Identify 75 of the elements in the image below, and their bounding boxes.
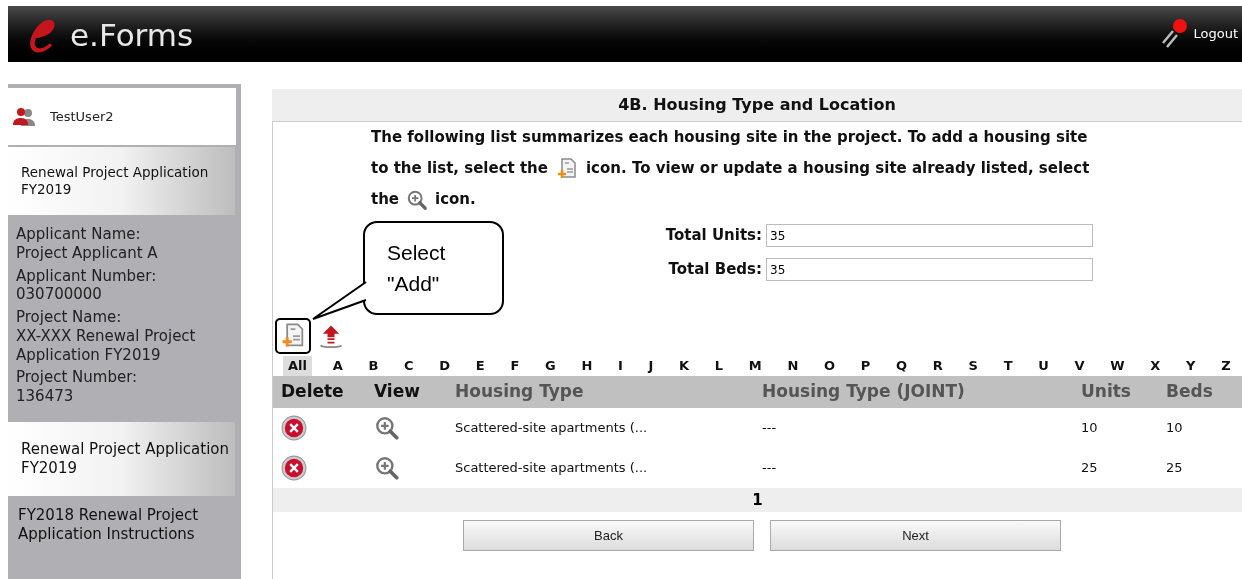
nav-button[interactable]: Back [463,520,754,551]
intro-text: icon. To view or update a housing site already listed, select [585,158,1090,180]
sidebar-link[interactable]: Renewal Project Application FY2019 [8,147,235,215]
sidebar-link[interactable]: Renewal Project Application FY2019 [8,421,235,496]
table-cell: 10 [1081,420,1098,436]
field-label: Total Beds: [668,259,762,281]
info-value: 136473 [16,387,75,406]
page-number[interactable]: 1 [752,488,763,512]
table-cell: --- [762,420,777,436]
letter-filter[interactable]: F [505,356,525,376]
intro-text: icon. [435,189,476,211]
delete-icon[interactable] [281,415,307,441]
letter-filter[interactable]: N [782,356,804,376]
letter-filter[interactable]: M [743,356,767,376]
letter-filter[interactable]: A [327,356,348,376]
letter-filter[interactable]: O [819,356,841,376]
logout-link[interactable]: Logout [1159,17,1242,51]
field-label: Total Units: [665,225,762,247]
zoom-in-icon[interactable] [374,415,400,441]
user-name: TestUser2 [50,107,114,126]
letter-filter[interactable]: D [434,356,456,376]
zoom-in-icon[interactable] [374,455,400,481]
column-header: Delete [280,380,345,404]
section-title: 4B. Housing Type and Location [272,89,1242,121]
letter-filter[interactable]: C [399,356,419,376]
intro-text: The following list summarizes each housing site in the project. To add a housing site [371,127,1088,149]
letter-filter[interactable]: U [1033,356,1054,376]
column-header: View [374,380,421,404]
letter-filter[interactable]: B [363,356,384,376]
user-icon [12,106,38,127]
table-cell: 10 [1166,420,1183,436]
letter-filter[interactable]: G [540,356,561,376]
column-header: Housing Type (JOINT) [762,380,966,404]
column-header: Beds [1166,380,1214,404]
letter-filter[interactable]: K [674,356,695,376]
letter-filter[interactable]: W [1105,356,1130,376]
zoom-in-icon[interactable] [406,188,429,211]
letter-filter[interactable]: R [927,356,948,376]
info-label: Project Number: [16,368,139,387]
callout-bubble: Select "Add" [363,221,504,315]
table-cell: 25 [1081,460,1098,476]
letter-filter[interactable]: S [963,356,983,376]
intro-text: the [371,189,400,211]
letter-filter[interactable]: V [1069,356,1090,376]
letter-filter[interactable]: Y [1181,356,1201,376]
table-cell: 25 [1166,460,1183,476]
letter-filter[interactable]: J [643,356,659,376]
letter-filter[interactable]: H [576,356,598,376]
intro-text: to the list, select the [371,158,548,180]
letter-filter[interactable]: I [613,356,628,376]
letter-filter[interactable]: E [470,356,490,376]
letter-filter[interactable]: Q [891,356,913,376]
letter-filter[interactable]: X [1145,356,1166,376]
letter-filter[interactable]: T [998,356,1018,376]
delete-icon[interactable] [281,455,307,481]
info-label: Applicant Number: [16,266,158,286]
input-field[interactable]: 35 [766,258,1093,281]
info-label: Applicant Name: [16,225,142,244]
info-value: Project Applicant A [16,243,159,263]
nav-button[interactable]: Next [770,520,1061,551]
sidebar-link[interactable]: FY2018 Renewal Project Application Instructions [8,505,241,544]
table-cell: --- [762,460,777,476]
column-header: Units [1081,380,1132,404]
letter-filter[interactable]: L [709,356,729,376]
table-cell: Scattered-site apartments (... [455,420,648,436]
info-label: Project Name: [16,308,123,327]
letter-filter[interactable]: P [855,356,876,376]
letter-filter[interactable]: All [283,356,312,376]
column-header: Housing Type [455,380,585,404]
letter-filter[interactable]: Z [1216,356,1236,376]
input-field[interactable]: 35 [766,224,1093,247]
brand-name: e.Forms [70,20,194,55]
info-value: 030700000 [16,285,103,304]
table-cell: Scattered-site apartments (... [455,460,648,476]
info-value: XX-XXX Renewal Project Application FY2019 [16,326,197,365]
